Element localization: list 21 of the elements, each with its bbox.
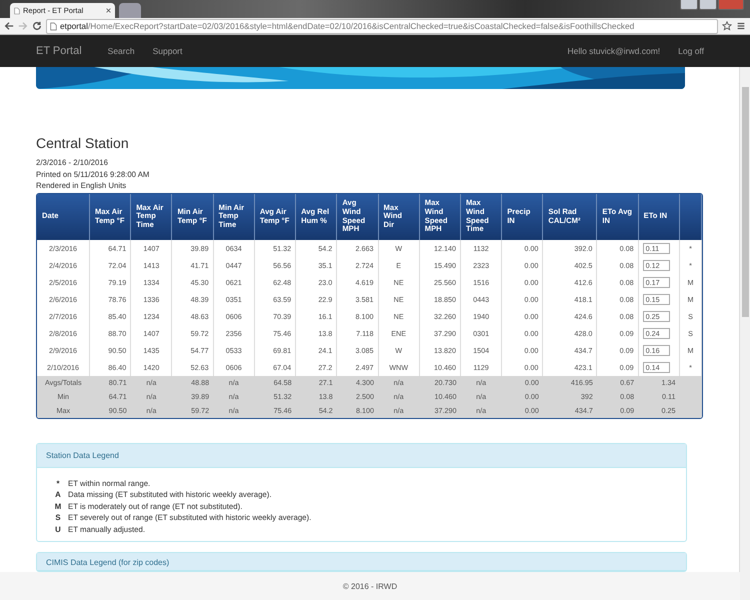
close-icon[interactable] [106,8,111,13]
scrollbar-thumb[interactable] [742,87,749,317]
nav-link[interactable]: Search [108,46,135,56]
back-icon[interactable] [4,21,14,31]
report-title: Central Station [36,135,130,151]
user-link[interactable]: Hello stuvick@irwd.com! [567,46,660,56]
minimize-icon[interactable] [680,0,698,10]
copyright-text: © 2016 - IRWD [342,582,398,590]
panel-heading: CIMIS Data Legend (for zip codes) [37,553,686,571]
brand-link[interactable]: ET Portal [36,45,82,57]
nav-link[interactable]: Support [152,46,182,56]
scrollbar[interactable] [739,67,750,600]
address-field[interactable]: etportal/Home/ExecReport?startDate=02/03/2016&style=html&endDate=02/10/2016&isCentralChecked=true&isCoastalChecked=false&isFoothillsChecked [46,18,718,34]
maximize-icon[interactable] [699,0,717,10]
logout-link[interactable]: Log off [678,46,704,56]
reload-icon[interactable] [32,21,42,31]
page-icon [50,22,57,30]
panel-heading: Station Data Legend [37,444,686,468]
page-icon [14,6,20,14]
menu-icon[interactable] [736,21,746,31]
star-icon[interactable] [722,21,732,31]
